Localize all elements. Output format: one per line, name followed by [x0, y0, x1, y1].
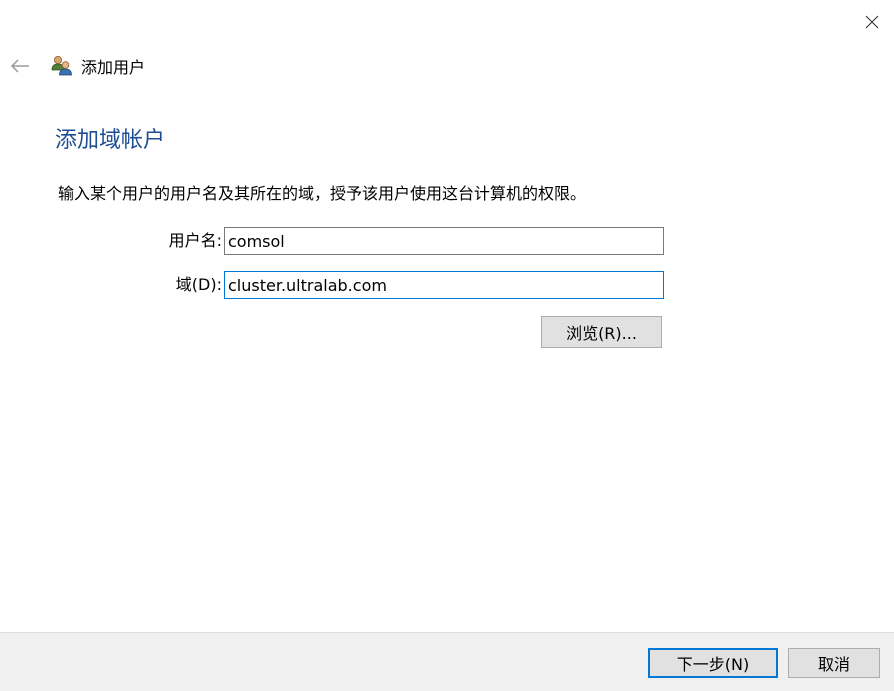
- cancel-button[interactable]: 取消: [788, 648, 880, 678]
- app-title: 添加用户: [81, 58, 146, 77]
- username-input[interactable]: [224, 227, 664, 255]
- close-icon: [865, 15, 879, 29]
- add-domain-account-window: 添加用户 添加域帐户 输入某个用户的用户名及其所在的域，授予该用户使用这台计算机…: [0, 0, 894, 691]
- footer-bar: 下一步(N) 取消: [0, 632, 894, 691]
- back-arrow-icon: [10, 59, 29, 73]
- instruction-text: 输入某个用户的用户名及其所在的域，授予该用户使用这台计算机的权限。: [58, 184, 587, 203]
- page-heading: 添加域帐户: [55, 128, 166, 153]
- close-button[interactable]: [855, 8, 889, 36]
- next-button[interactable]: 下一步(N): [648, 648, 778, 678]
- navigation-bar: 添加用户: [0, 50, 400, 82]
- username-label: 用户名:: [168, 231, 222, 250]
- domain-label: 域(D):: [175, 275, 222, 294]
- domain-input[interactable]: [224, 271, 664, 299]
- users-icon: [50, 54, 74, 78]
- back-button[interactable]: [0, 50, 40, 82]
- browse-button[interactable]: 浏览(R)...: [541, 316, 662, 348]
